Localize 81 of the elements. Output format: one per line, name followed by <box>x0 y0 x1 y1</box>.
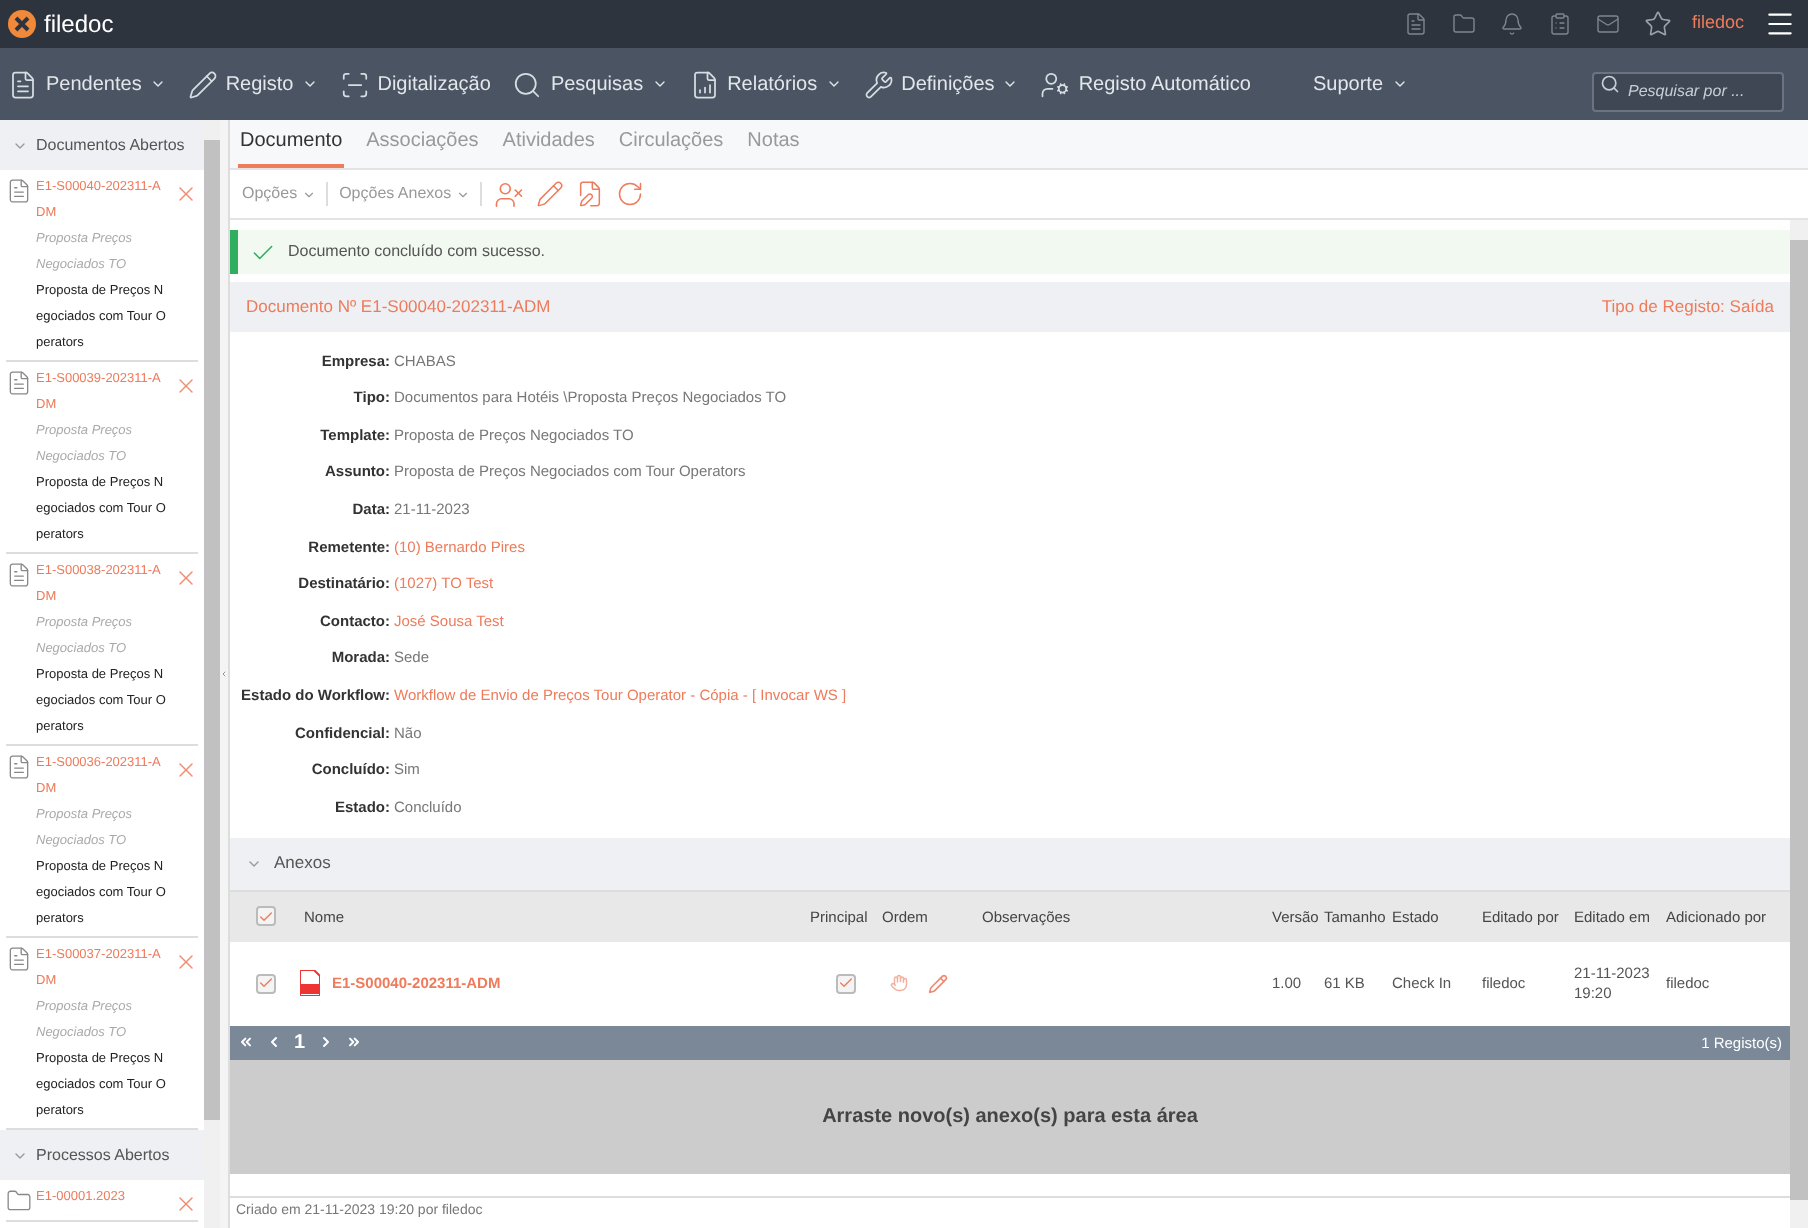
nav-menu[interactable]: Registo <box>187 69 318 99</box>
close-icon[interactable] <box>174 566 198 590</box>
nav-menu[interactable]: Pendentes <box>8 69 166 99</box>
nav-label: Suporte <box>1312 71 1384 99</box>
hand-icon[interactable] <box>890 974 908 993</box>
nav-menu[interactable]: Suporte <box>1312 69 1408 99</box>
document-icon <box>8 69 38 99</box>
nav-menu[interactable]: Definições <box>863 69 1019 99</box>
clipboard-icon[interactable] <box>1547 12 1572 36</box>
pdf-icon <box>300 970 320 997</box>
nav-menu[interactable]: Pesquisas <box>512 69 668 99</box>
scrollbar[interactable] <box>204 120 220 1228</box>
folder-icon <box>6 1188 32 1214</box>
section-header[interactable]: Processos Abertos <box>0 1130 204 1180</box>
tab[interactable]: Documento <box>238 126 345 168</box>
chevron-down-icon <box>301 76 318 92</box>
app-name: filedoc <box>44 8 114 42</box>
search-field[interactable]: Pesquisar por ... <box>1592 71 1784 111</box>
nav-label: Pesquisas <box>550 71 644 99</box>
register-type: Tipo de Registo: Saída <box>1601 294 1774 320</box>
close-icon[interactable] <box>174 1192 198 1216</box>
nav-menu[interactable]: Digitalização <box>339 69 491 99</box>
document-icon <box>6 946 32 972</box>
user-name[interactable]: filedoc <box>1691 10 1744 38</box>
chevron-down-icon <box>301 187 316 201</box>
document-icon <box>6 754 32 780</box>
first-page-icon[interactable] <box>238 1034 254 1051</box>
report-icon <box>689 69 720 99</box>
nav-label: Pendentes <box>46 71 142 99</box>
close-icon[interactable] <box>174 374 198 398</box>
chevron-down-icon <box>1002 76 1019 92</box>
pencil-icon <box>187 69 218 99</box>
checkbox[interactable] <box>836 973 856 994</box>
tools-icon <box>863 69 894 99</box>
last-page-icon[interactable] <box>345 1034 362 1051</box>
drop-area[interactable]: Arraste novo(s) anexo(s) para esta área <box>230 1059 1790 1174</box>
chevron-down-icon <box>455 187 470 201</box>
nav-label: Registo Automático <box>1078 71 1251 99</box>
star-icon[interactable] <box>1643 10 1672 38</box>
next-page-icon[interactable] <box>317 1034 334 1051</box>
chevron-down-icon <box>1391 76 1408 92</box>
bell-icon[interactable] <box>1499 12 1524 36</box>
nav-label: Registo <box>225 71 294 99</box>
nav-menu[interactable]: Relatórios <box>689 69 842 99</box>
section-header[interactable]: Documentos Abertos <box>0 120 204 170</box>
mail-icon[interactable] <box>1595 12 1620 36</box>
refresh-icon[interactable] <box>615 180 644 208</box>
search-icon <box>512 69 543 99</box>
nav-label: Digitalização <box>377 71 491 99</box>
logo-icon <box>8 10 36 38</box>
folder-icon[interactable] <box>1451 12 1476 36</box>
current-page[interactable]: 1 <box>294 1027 306 1058</box>
scrollbar[interactable] <box>1790 220 1808 1228</box>
document-icon[interactable] <box>1403 12 1428 36</box>
document-title: Documento Nº E1-S00040-202311-ADM <box>246 294 551 320</box>
search-icon <box>1600 74 1620 94</box>
document-icon <box>6 562 32 588</box>
close-icon[interactable] <box>174 950 198 974</box>
alert-message: Documento concluído com sucesso. <box>288 240 546 264</box>
scanner-icon <box>339 69 370 99</box>
document-icon <box>6 178 32 204</box>
menu-icon[interactable] <box>1764 8 1796 40</box>
nav-menu[interactable]: Registo Automático <box>1040 69 1251 99</box>
checkbox[interactable] <box>255 973 275 994</box>
previous-page-icon[interactable] <box>266 1034 282 1051</box>
section-header[interactable]: Anexos <box>230 837 1790 890</box>
file-edit-icon[interactable] <box>575 180 604 208</box>
close-icon[interactable] <box>174 758 198 782</box>
user-remove-icon[interactable] <box>493 179 524 209</box>
nav-label: Relatórios <box>727 71 818 99</box>
close-icon[interactable] <box>174 182 198 206</box>
chevron-down-icon <box>825 76 842 92</box>
nav-label: Definições <box>901 71 995 99</box>
document-icon <box>6 370 32 396</box>
checkbox[interactable] <box>255 906 275 927</box>
pencil-icon[interactable] <box>928 973 948 994</box>
chevron-down-icon <box>651 76 668 92</box>
drop-text: Arraste novo(s) anexo(s) para esta área <box>822 1103 1198 1132</box>
chevron-down-icon <box>149 76 166 92</box>
pencil-icon[interactable] <box>535 180 564 208</box>
user-gear-icon <box>1040 69 1071 99</box>
